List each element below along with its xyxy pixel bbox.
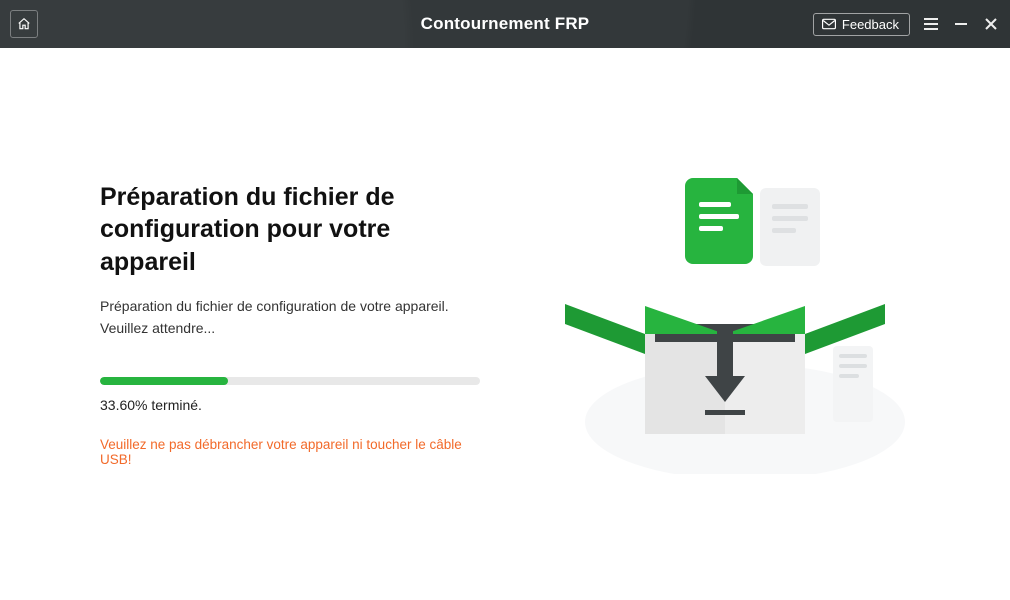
page-subtext: Préparation du fichier de configuration … [100, 296, 480, 339]
home-icon [17, 17, 31, 31]
menu-button[interactable] [922, 15, 940, 33]
minimize-icon [954, 17, 968, 31]
window-title: Contournement FRP [421, 14, 590, 34]
close-button[interactable] [982, 15, 1000, 33]
feedback-label: Feedback [842, 17, 899, 32]
text-panel: Préparation du fichier de configuration … [60, 181, 500, 468]
titlebar: Contournement FRP Feedback [0, 0, 1010, 48]
progress-bar [100, 377, 480, 385]
progress-fill [100, 377, 228, 385]
minimize-button[interactable] [952, 15, 970, 33]
page-heading: Préparation du fichier de configuration … [100, 181, 480, 279]
mail-icon [822, 18, 836, 30]
menu-icon [923, 17, 939, 31]
main-content: Préparation du fichier de configuration … [0, 48, 1010, 600]
warning-text: Veuillez ne pas débrancher votre apparei… [100, 437, 480, 467]
close-icon [984, 17, 998, 31]
illustration-panel [500, 48, 950, 600]
progress-section: 33.60% terminé. Veuillez ne pas débranch… [100, 377, 480, 467]
home-button[interactable] [10, 10, 38, 38]
download-illustration [545, 174, 905, 474]
progress-label: 33.60% terminé. [100, 397, 480, 413]
feedback-button[interactable]: Feedback [813, 13, 910, 36]
